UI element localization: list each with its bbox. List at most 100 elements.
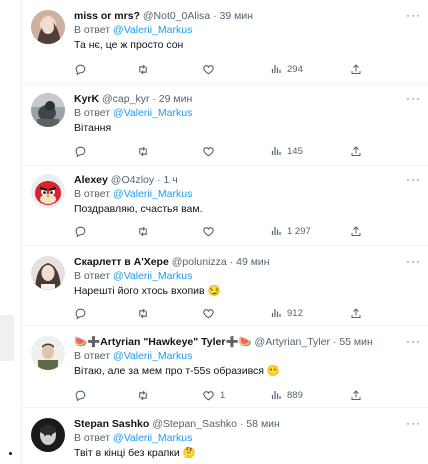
author-name[interactable]: Stepan Sashko xyxy=(74,418,149,430)
reply-icon xyxy=(75,308,86,319)
reply-button[interactable] xyxy=(74,388,92,402)
tweet[interactable]: 🍉➕Artyrian "Hawkeye" Tyler➕🍉 @Artyrian_T… xyxy=(22,326,428,408)
tweet-text: Вітання xyxy=(74,122,112,134)
reply-prefix: В ответ xyxy=(74,270,111,282)
avatar[interactable] xyxy=(31,418,65,452)
more-icon[interactable]: ··· xyxy=(406,172,421,186)
left-edge-fragment xyxy=(0,315,14,361)
timestamp[interactable]: · 29 мин xyxy=(152,93,192,105)
author-handle[interactable]: @Artyrian_Tyler xyxy=(255,336,330,348)
tweet-actions: 1 889 xyxy=(74,388,389,402)
share-button[interactable] xyxy=(350,306,362,320)
views-button[interactable]: 1 297 xyxy=(270,224,311,238)
reply-button[interactable] xyxy=(74,144,92,158)
timestamp[interactable]: · 39 мин xyxy=(213,10,253,22)
reply-prefix: В ответ xyxy=(74,107,111,119)
reply-button[interactable] xyxy=(74,224,92,238)
author-name[interactable]: Alexey xyxy=(74,174,108,186)
retweet-icon xyxy=(139,226,147,236)
retweet-button[interactable] xyxy=(136,306,155,320)
tweet[interactable]: KyrK @cap_kyr · 29 мин В ответ @Valerii_… xyxy=(22,84,428,166)
reply-icon xyxy=(75,226,86,237)
share-button[interactable] xyxy=(350,224,362,238)
like-button[interactable] xyxy=(202,306,220,320)
views-button[interactable]: 294 xyxy=(270,62,303,76)
tweet-actions: 1 297 xyxy=(74,224,389,238)
retweet-button[interactable] xyxy=(136,224,155,238)
share-icon xyxy=(351,307,361,318)
more-icon[interactable]: ··· xyxy=(406,334,421,348)
reply-to-link[interactable]: @Valerii_Markus xyxy=(113,24,192,36)
avatar[interactable] xyxy=(31,174,65,208)
timestamp[interactable]: · 49 мин xyxy=(230,256,270,268)
like-button[interactable]: 1 xyxy=(202,388,225,402)
views-button[interactable]: 889 xyxy=(270,388,303,402)
timestamp[interactable]: · 58 мин xyxy=(240,418,280,430)
author-name[interactable]: Скарлетт в А'Хере xyxy=(74,256,169,268)
reply-context: В ответ @Valerii_Markus xyxy=(74,188,421,201)
reply-list: miss or mrs? @Not0_0Alisa · 39 мин В отв… xyxy=(21,0,428,464)
views-button[interactable]: 912 xyxy=(270,306,303,320)
retweet-button[interactable] xyxy=(136,144,155,158)
retweet-icon xyxy=(139,308,147,318)
author-name[interactable]: miss or mrs? xyxy=(74,10,140,22)
views-icon xyxy=(271,309,281,317)
share-button[interactable] xyxy=(350,388,362,402)
view-count: 1 297 xyxy=(287,225,311,237)
timestamp[interactable]: · 1 ч xyxy=(157,174,178,186)
share-button[interactable] xyxy=(350,62,362,76)
reply-context: В ответ @Valerii_Markus xyxy=(74,270,421,283)
like-button[interactable] xyxy=(202,62,220,76)
reply-context: В ответ @Valerii_Markus xyxy=(74,107,421,120)
author-handle[interactable]: @O4zloy xyxy=(111,174,154,186)
author-handle[interactable]: @polunizza xyxy=(172,256,227,268)
reply-to-link[interactable]: @Valerii_Markus xyxy=(113,432,192,444)
tweet-header: Скарлетт в А'Хере @polunizza · 49 мин xyxy=(74,256,421,269)
tweet-header: miss or mrs? @Not0_0Alisa · 39 мин xyxy=(74,10,421,23)
author-handle[interactable]: @Not0_0Alisa xyxy=(143,10,210,22)
reply-prefix: В ответ xyxy=(74,432,111,444)
heart-icon xyxy=(203,390,214,400)
view-count: 889 xyxy=(287,389,303,401)
avatar[interactable] xyxy=(31,10,65,44)
tweet[interactable]: Скарлетт в А'Хере @polunizza · 49 мин В … xyxy=(22,246,428,326)
reply-to-link[interactable]: @Valerii_Markus xyxy=(113,350,192,362)
share-button[interactable] xyxy=(350,144,362,158)
tweet[interactable]: Alexey @O4zloy · 1 ч В ответ @Valerii_Ma… xyxy=(22,166,428,246)
author-name[interactable]: KyrK xyxy=(74,93,99,105)
reply-prefix: В ответ xyxy=(74,188,111,200)
reply-to-link[interactable]: @Valerii_Markus xyxy=(113,270,192,282)
avatar[interactable] xyxy=(31,336,65,370)
more-icon[interactable]: ··· xyxy=(406,254,421,268)
like-button[interactable] xyxy=(202,224,220,238)
tweet-text: Поздравляю, счастья вам. xyxy=(74,203,203,215)
reply-prefix: В ответ xyxy=(74,24,111,36)
tweet-text: Вітаю, але за мем про т-55s образився 😶 xyxy=(74,365,280,377)
reply-context: В ответ @Valerii_Markus xyxy=(74,350,421,363)
avatar[interactable] xyxy=(31,256,65,290)
author-name[interactable]: 🍉➕Artyrian "Hawkeye" Tyler➕🍉 xyxy=(74,336,252,348)
view-count: 912 xyxy=(287,307,303,319)
more-icon[interactable]: ··· xyxy=(406,91,421,105)
author-handle[interactable]: @Stepan_Sashko xyxy=(152,418,237,430)
tweet[interactable]: Stepan Sashko @Stepan_Sashko · 58 мин В … xyxy=(22,408,428,464)
tweet-text: Та нє, це ж просто сон xyxy=(74,39,184,51)
heart-icon xyxy=(203,308,214,318)
views-button[interactable]: 145 xyxy=(270,144,303,158)
retweet-button[interactable] xyxy=(136,62,155,76)
retweet-icon xyxy=(139,64,147,74)
tweet[interactable]: miss or mrs? @Not0_0Alisa · 39 мин В отв… xyxy=(22,0,428,84)
more-icon[interactable]: ··· xyxy=(406,416,421,430)
timestamp[interactable]: · 55 мин xyxy=(333,336,373,348)
more-icon[interactable]: ··· xyxy=(406,8,421,22)
reply-to-link[interactable]: @Valerii_Markus xyxy=(113,107,192,119)
like-button[interactable] xyxy=(202,144,220,158)
avatar[interactable] xyxy=(31,93,65,127)
tweet-actions: 294 xyxy=(74,62,389,76)
tweet-actions: 912 xyxy=(74,306,389,320)
reply-to-link[interactable]: @Valerii_Markus xyxy=(113,188,192,200)
reply-button[interactable] xyxy=(74,62,92,76)
retweet-button[interactable] xyxy=(136,388,155,402)
reply-button[interactable] xyxy=(74,306,92,320)
author-handle[interactable]: @cap_kyr xyxy=(102,93,149,105)
